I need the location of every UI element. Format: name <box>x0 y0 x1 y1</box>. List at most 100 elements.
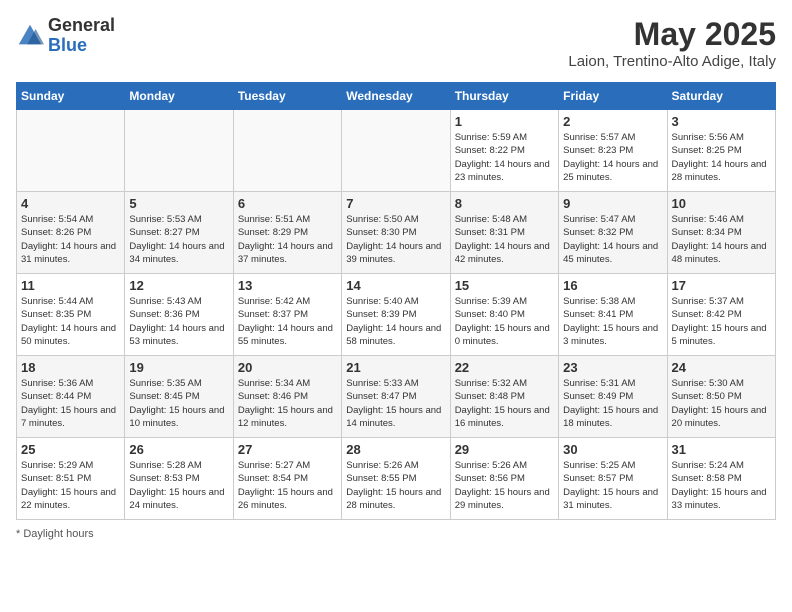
day-cell <box>233 110 341 192</box>
day-info: Sunrise: 5:37 AM Sunset: 8:42 PM Dayligh… <box>672 295 771 348</box>
week-row-1: 1 Sunrise: 5:59 AM Sunset: 8:22 PM Daylig… <box>17 110 776 192</box>
day-cell: 13 Sunrise: 5:42 AM Sunset: 8:37 PM Dayli… <box>233 274 341 356</box>
day-cell <box>17 110 125 192</box>
day-cell: 11 Sunrise: 5:44 AM Sunset: 8:35 PM Dayli… <box>17 274 125 356</box>
day-number: 12 <box>129 278 228 293</box>
day-info: Sunrise: 5:34 AM Sunset: 8:46 PM Dayligh… <box>238 377 337 430</box>
day-info: Sunrise: 5:25 AM Sunset: 8:57 PM Dayligh… <box>563 459 662 512</box>
day-cell: 3 Sunrise: 5:56 AM Sunset: 8:25 PM Daylig… <box>667 110 775 192</box>
day-cell: 17Sunrise: 5:37 AM Sunset: 8:42 PM Dayli… <box>667 274 775 356</box>
day-info: Sunrise: 5:38 AM Sunset: 8:41 PM Dayligh… <box>563 295 662 348</box>
day-number: 1 <box>455 114 554 129</box>
day-number: 23 <box>563 360 662 375</box>
day-cell: 19 Sunrise: 5:35 AM Sunset: 8:45 PM Dayli… <box>125 356 233 438</box>
day-info: Sunrise: 5:50 AM Sunset: 8:30 PM Dayligh… <box>346 213 445 266</box>
day-cell: 25Sunrise: 5:29 AM Sunset: 8:51 PM Dayli… <box>17 438 125 520</box>
day-cell: 26 Sunrise: 5:28 AM Sunset: 8:53 PM Dayli… <box>125 438 233 520</box>
day-cell: 12 Sunrise: 5:43 AM Sunset: 8:36 PM Dayli… <box>125 274 233 356</box>
header-friday: Friday <box>559 83 667 110</box>
day-info: Sunrise: 5:28 AM Sunset: 8:53 PM Dayligh… <box>129 459 228 512</box>
day-info: Sunrise: 5:26 AM Sunset: 8:55 PM Dayligh… <box>346 459 445 512</box>
day-info: Sunrise: 5:35 AM Sunset: 8:45 PM Dayligh… <box>129 377 228 430</box>
week-row-5: 25Sunrise: 5:29 AM Sunset: 8:51 PM Dayli… <box>17 438 776 520</box>
day-cell: 16 Sunrise: 5:38 AM Sunset: 8:41 PM Dayli… <box>559 274 667 356</box>
header-monday: Monday <box>125 83 233 110</box>
day-number: 24 <box>672 360 771 375</box>
day-number: 6 <box>238 196 337 211</box>
day-info: Sunrise: 5:29 AM Sunset: 8:51 PM Dayligh… <box>21 459 120 512</box>
day-info: Sunrise: 5:54 AM Sunset: 8:26 PM Dayligh… <box>21 213 120 266</box>
page-header: General Blue May 2025 Laion, Trentino-Al… <box>16 16 776 70</box>
day-info: Sunrise: 5:46 AM Sunset: 8:34 PM Dayligh… <box>672 213 771 266</box>
day-info: Sunrise: 5:39 AM Sunset: 8:40 PM Dayligh… <box>455 295 554 348</box>
week-row-2: 4 Sunrise: 5:54 AM Sunset: 8:26 PM Daylig… <box>17 192 776 274</box>
day-cell: 9Sunrise: 5:47 AM Sunset: 8:32 PM Daylig… <box>559 192 667 274</box>
day-number: 16 <box>563 278 662 293</box>
header-row: SundayMondayTuesdayWednesdayThursdayFrid… <box>17 83 776 110</box>
day-info: Sunrise: 5:36 AM Sunset: 8:44 PM Dayligh… <box>21 377 120 430</box>
day-number: 31 <box>672 442 771 457</box>
day-cell <box>125 110 233 192</box>
logo: General Blue <box>16 16 115 56</box>
day-number: 11 <box>21 278 120 293</box>
day-number: 30 <box>563 442 662 457</box>
footer-note: * Daylight hours <box>16 528 776 540</box>
day-cell: 15Sunrise: 5:39 AM Sunset: 8:40 PM Dayli… <box>450 274 558 356</box>
logo-blue: Blue <box>48 36 115 56</box>
day-number: 18 <box>21 360 120 375</box>
day-info: Sunrise: 5:59 AM Sunset: 8:22 PM Dayligh… <box>455 131 554 184</box>
header-thursday: Thursday <box>450 83 558 110</box>
day-number: 13 <box>238 278 337 293</box>
day-number: 4 <box>21 196 120 211</box>
day-cell: 27Sunrise: 5:27 AM Sunset: 8:54 PM Dayli… <box>233 438 341 520</box>
day-cell: 1 Sunrise: 5:59 AM Sunset: 8:22 PM Daylig… <box>450 110 558 192</box>
day-info: Sunrise: 5:43 AM Sunset: 8:36 PM Dayligh… <box>129 295 228 348</box>
day-info: Sunrise: 5:32 AM Sunset: 8:48 PM Dayligh… <box>455 377 554 430</box>
day-info: Sunrise: 5:51 AM Sunset: 8:29 PM Dayligh… <box>238 213 337 266</box>
day-info: Sunrise: 5:53 AM Sunset: 8:27 PM Dayligh… <box>129 213 228 266</box>
day-number: 29 <box>455 442 554 457</box>
day-cell: 8Sunrise: 5:48 AM Sunset: 8:31 PM Daylig… <box>450 192 558 274</box>
day-cell: 28 Sunrise: 5:26 AM Sunset: 8:55 PM Dayli… <box>342 438 450 520</box>
day-number: 20 <box>238 360 337 375</box>
day-number: 10 <box>672 196 771 211</box>
day-number: 5 <box>129 196 228 211</box>
day-cell: 29Sunrise: 5:26 AM Sunset: 8:56 PM Dayli… <box>450 438 558 520</box>
day-number: 3 <box>672 114 771 129</box>
day-cell: 30 Sunrise: 5:25 AM Sunset: 8:57 PM Dayli… <box>559 438 667 520</box>
day-cell: 6 Sunrise: 5:51 AM Sunset: 8:29 PM Daylig… <box>233 192 341 274</box>
day-number: 7 <box>346 196 445 211</box>
footer-text: Daylight hours <box>23 528 93 540</box>
day-number: 22 <box>455 360 554 375</box>
day-info: Sunrise: 5:24 AM Sunset: 8:58 PM Dayligh… <box>672 459 771 512</box>
day-number: 14 <box>346 278 445 293</box>
day-number: 27 <box>238 442 337 457</box>
header-sunday: Sunday <box>17 83 125 110</box>
day-cell: 18 Sunrise: 5:36 AM Sunset: 8:44 PM Dayli… <box>17 356 125 438</box>
title-block: May 2025 Laion, Trentino-Alto Adige, Ita… <box>568 16 776 70</box>
day-number: 28 <box>346 442 445 457</box>
day-cell: 21Sunrise: 5:33 AM Sunset: 8:47 PM Dayli… <box>342 356 450 438</box>
day-cell: 2Sunrise: 5:57 AM Sunset: 8:23 PM Daylig… <box>559 110 667 192</box>
day-cell: 22 Sunrise: 5:32 AM Sunset: 8:48 PM Dayli… <box>450 356 558 438</box>
logo-text: General Blue <box>48 16 115 56</box>
week-row-4: 18 Sunrise: 5:36 AM Sunset: 8:44 PM Dayli… <box>17 356 776 438</box>
day-info: Sunrise: 5:44 AM Sunset: 8:35 PM Dayligh… <box>21 295 120 348</box>
day-number: 19 <box>129 360 228 375</box>
day-cell <box>342 110 450 192</box>
day-info: Sunrise: 5:48 AM Sunset: 8:31 PM Dayligh… <box>455 213 554 266</box>
day-cell: 23Sunrise: 5:31 AM Sunset: 8:49 PM Dayli… <box>559 356 667 438</box>
day-cell: 10 Sunrise: 5:46 AM Sunset: 8:34 PM Dayli… <box>667 192 775 274</box>
day-info: Sunrise: 5:30 AM Sunset: 8:50 PM Dayligh… <box>672 377 771 430</box>
day-info: Sunrise: 5:40 AM Sunset: 8:39 PM Dayligh… <box>346 295 445 348</box>
day-cell: 5 Sunrise: 5:53 AM Sunset: 8:27 PM Daylig… <box>125 192 233 274</box>
header-tuesday: Tuesday <box>233 83 341 110</box>
day-info: Sunrise: 5:42 AM Sunset: 8:37 PM Dayligh… <box>238 295 337 348</box>
day-number: 21 <box>346 360 445 375</box>
day-info: Sunrise: 5:56 AM Sunset: 8:25 PM Dayligh… <box>672 131 771 184</box>
day-number: 26 <box>129 442 228 457</box>
day-cell: 24 Sunrise: 5:30 AM Sunset: 8:50 PM Dayli… <box>667 356 775 438</box>
day-number: 9 <box>563 196 662 211</box>
calendar-table: SundayMondayTuesdayWednesdayThursdayFrid… <box>16 82 776 520</box>
header-wednesday: Wednesday <box>342 83 450 110</box>
